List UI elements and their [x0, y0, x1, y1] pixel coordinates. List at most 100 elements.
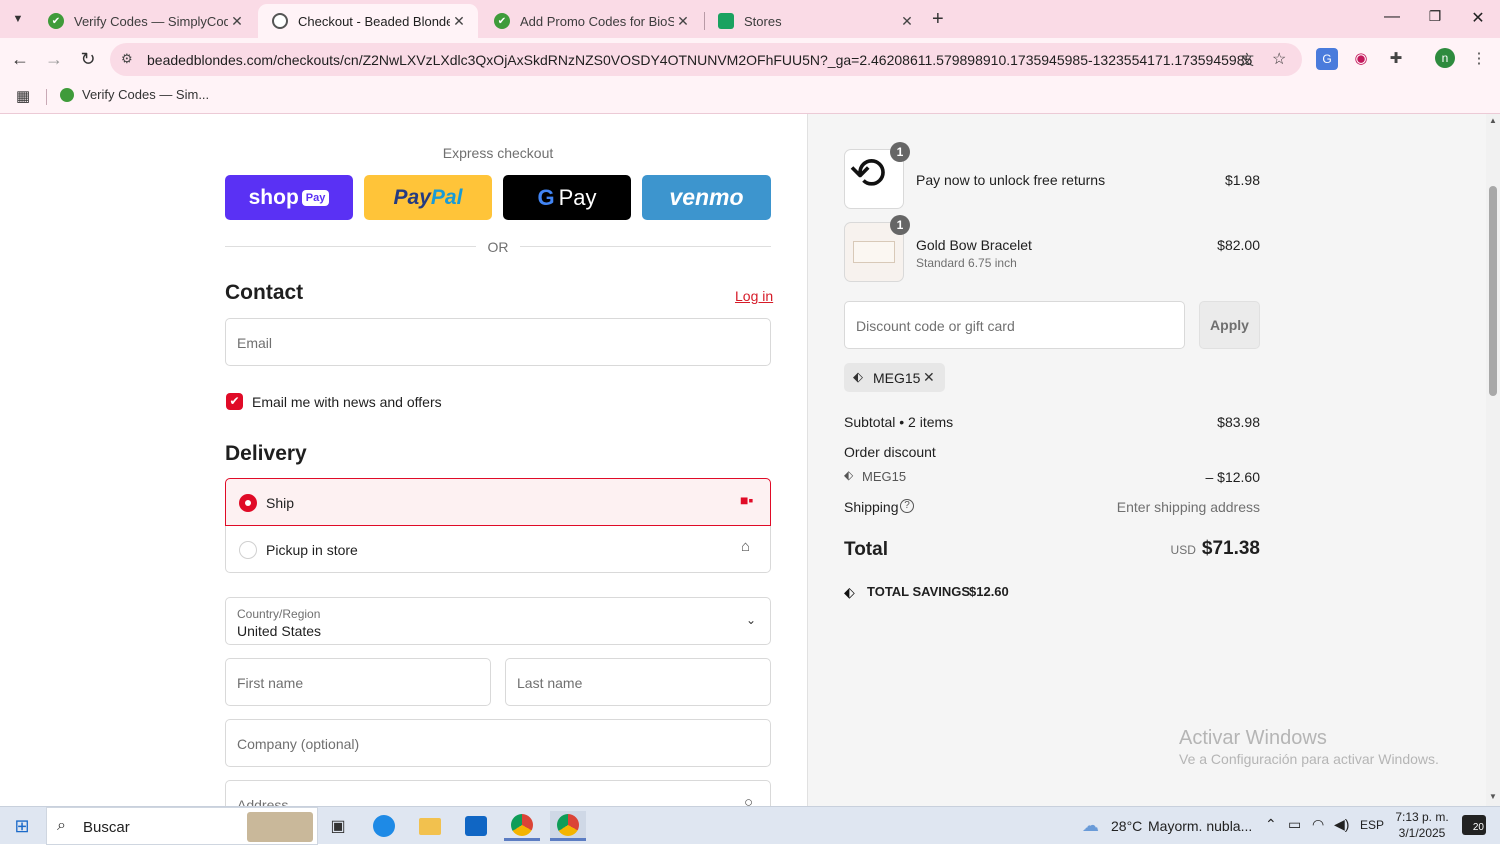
news-checkbox[interactable]: ✔ [226, 393, 243, 410]
chrome-icon[interactable] [504, 811, 540, 841]
ship-option[interactable]: Ship ■▪ [225, 478, 771, 526]
tab-verify-codes[interactable]: ✔ Verify Codes — SimplyCodes ✕ [34, 4, 256, 38]
scroll-up-icon[interactable]: ▲ [1489, 116, 1497, 125]
apps-grid-icon[interactable]: ▦ [16, 87, 30, 105]
translate-extension-icon[interactable]: G [1316, 48, 1338, 70]
tab-add-promo[interactable]: ✔ Add Promo Codes for BioSyner ✕ [480, 4, 702, 38]
apply-label: Apply [1210, 317, 1249, 333]
bookmark-verify-codes[interactable]: Verify Codes — Sim... [60, 87, 209, 102]
close-tab-icon[interactable]: ✕ [898, 13, 916, 30]
language-indicator[interactable]: ESP [1360, 818, 1384, 832]
windows-start-icon[interactable]: ⊞ [4, 811, 40, 841]
extensions-puzzle-icon[interactable]: ✚ [1385, 48, 1407, 70]
savings-label: TOTAL SAVINGS [867, 584, 971, 599]
savings-tag-icon: ⬖ [844, 584, 855, 600]
outlook-icon[interactable] [458, 811, 494, 841]
ship-radio[interactable] [239, 494, 257, 512]
country-value: United States [237, 623, 322, 639]
paypal-wordmark-2: Pal [430, 185, 463, 209]
address-bar[interactable]: ⚙ beadedblondes.com/checkouts/cn/Z2NwLXV… [110, 43, 1302, 76]
shop-pay-button[interactable]: shop Pay [225, 175, 353, 220]
discount-placeholder: Discount code or gift card [856, 318, 1015, 334]
profile-avatar[interactable]: n [1435, 48, 1455, 68]
notifications-icon[interactable]: 20 [1462, 815, 1486, 835]
subtotal-value: $83.98 [1217, 414, 1260, 430]
translate-icon[interactable]: 文 [1240, 50, 1254, 70]
scroll-down-icon[interactable]: ▼ [1489, 792, 1497, 801]
login-link[interactable]: Log in [735, 288, 773, 304]
wifi-icon[interactable]: ◠ [1312, 816, 1324, 833]
shipping-label: Shipping [844, 499, 899, 515]
email-field[interactable]: Email [225, 318, 771, 366]
minimize-icon[interactable]: — [1377, 8, 1407, 26]
new-tab-icon[interactable]: + [932, 8, 944, 31]
first-name-placeholder: First name [237, 675, 304, 691]
address-field[interactable]: Address ○ [225, 780, 771, 806]
truck-icon: ■▪ [740, 492, 754, 508]
tray-chevron-icon[interactable]: ⌃ [1265, 816, 1277, 833]
volume-icon[interactable]: ◀) [1334, 816, 1349, 833]
total-label: Total [844, 539, 888, 560]
page-scrollbar[interactable]: ▲ ▼ [1486, 114, 1500, 806]
radio-dot [245, 500, 251, 506]
tab-title: Checkout - Beaded Blondes [298, 13, 450, 29]
edge-icon[interactable] [366, 811, 402, 841]
close-tab-icon[interactable]: ✕ [674, 13, 692, 30]
help-icon[interactable]: ? [900, 499, 914, 513]
back-icon[interactable]: ← [8, 47, 32, 71]
checkmark-icon: ✔ [229, 394, 240, 408]
pickup-label: Pickup in store [266, 542, 358, 558]
pickup-option[interactable]: Pickup in store ⌂ [225, 526, 771, 573]
remove-code-icon[interactable]: ✕ [923, 369, 935, 386]
express-checkout-label: Express checkout [442, 145, 554, 161]
order-discount-label: Order discount [844, 444, 936, 460]
meet-now-icon[interactable]: ▭ [1288, 816, 1301, 833]
url-text: beadedblondes.com/checkouts/cn/Z2NwLXVzL… [147, 52, 1253, 68]
applied-code-chip: ⬖ MEG15 ✕ [844, 363, 945, 392]
discount-code-label: MEG15 [862, 469, 907, 484]
taskbar-search-box[interactable]: ⌕ Buscar [46, 807, 318, 845]
folder-shape [419, 817, 441, 835]
last-name-field[interactable]: Last name [505, 658, 771, 706]
tab-search-button[interactable]: ▼ [8, 9, 28, 29]
site-info-icon[interactable]: ⚙ [121, 51, 133, 67]
clock-time[interactable]: 7:13 p. m. [1392, 810, 1452, 824]
chrome-logo [511, 813, 533, 836]
company-placeholder: Company (optional) [237, 736, 360, 752]
close-tab-icon[interactable]: ✕ [450, 13, 468, 30]
reload-icon[interactable]: ↻ [76, 47, 100, 71]
ship-label: Ship [266, 495, 295, 511]
news-checkbox-label: Email me with news and offers [252, 394, 442, 410]
item-title: Gold Bow Bracelet [916, 237, 1032, 253]
shipping-value: Enter shipping address [1116, 499, 1260, 515]
weather-icon[interactable]: ☁ [1082, 816, 1099, 836]
restore-icon[interactable]: ❐ [1420, 8, 1450, 25]
menu-kebab-icon[interactable]: ⋮ [1468, 48, 1490, 70]
checkout-page: Express checkout shop Pay Pay Pal G Pay v… [0, 114, 1500, 806]
close-tab-icon[interactable]: ✕ [228, 13, 246, 30]
file-explorer-icon[interactable] [412, 811, 448, 841]
paypal-button[interactable]: Pay Pal [364, 175, 492, 220]
google-pay-button[interactable]: G Pay [503, 175, 631, 220]
task-view-icon[interactable]: ▣ [320, 811, 356, 841]
tab-stores[interactable]: Stores ✕ [704, 4, 926, 38]
chrome-profile-icon[interactable] [550, 811, 586, 841]
venmo-button[interactable]: venmo [642, 175, 771, 220]
forward-icon[interactable]: → [42, 47, 66, 71]
extension-icon[interactable]: ◉ [1350, 48, 1372, 70]
bookmark-star-icon[interactable]: ☆ [1272, 49, 1286, 69]
pickup-radio[interactable] [239, 541, 257, 559]
quantity-badge: 1 [890, 142, 910, 162]
close-window-icon[interactable]: ✕ [1463, 8, 1493, 28]
company-field[interactable]: Company (optional) [225, 719, 771, 767]
tab-checkout[interactable]: Checkout - Beaded Blondes ✕ [258, 4, 478, 38]
apply-button[interactable]: Apply [1199, 301, 1260, 349]
item-title: Pay now to unlock free returns [916, 172, 1106, 188]
simplycodes-favicon-icon: ✔ [494, 13, 510, 29]
country-select[interactable]: Country/Region United States ⌄ [225, 597, 771, 645]
or-divider-right [520, 246, 771, 247]
scrollbar-thumb[interactable] [1489, 186, 1497, 396]
clock-date[interactable]: 3/1/2025 [1392, 826, 1452, 840]
discount-code-input[interactable]: Discount code or gift card [844, 301, 1185, 349]
first-name-field[interactable]: First name [225, 658, 491, 706]
